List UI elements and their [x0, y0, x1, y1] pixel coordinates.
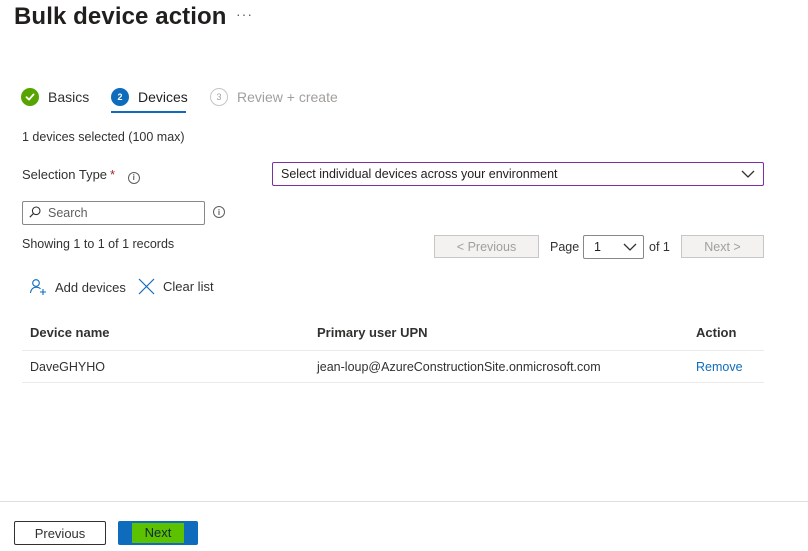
add-devices-button[interactable]: Add devices: [29, 278, 126, 296]
footer-divider: [0, 501, 808, 502]
step-basics[interactable]: Basics: [21, 85, 89, 109]
add-user-icon: [29, 278, 47, 296]
step-review-label: Review + create: [237, 89, 338, 105]
next-button-label: Next: [131, 523, 185, 543]
page-number-value: 1: [594, 240, 601, 254]
column-header-primary-upn[interactable]: Primary user UPN: [317, 325, 428, 340]
selection-type-text: Selection Type: [22, 167, 108, 182]
info-icon[interactable]: i: [127, 171, 140, 184]
column-header-action: Action: [696, 325, 737, 340]
selection-type-value: Select individual devices across your en…: [281, 167, 558, 181]
chevron-down-icon: [741, 167, 755, 181]
remove-device-link[interactable]: Remove: [696, 360, 743, 374]
add-devices-label: Add devices: [55, 279, 126, 295]
table-row-divider: [22, 382, 764, 383]
table-header-divider: [22, 350, 764, 351]
column-header-device-name[interactable]: Device name: [30, 325, 110, 340]
active-step-indicator: [111, 111, 186, 113]
close-icon: [138, 278, 155, 295]
step-devices-label: Devices: [138, 89, 188, 105]
search-field[interactable]: [22, 201, 205, 225]
page-number-dropdown[interactable]: 1: [583, 235, 644, 259]
previous-button[interactable]: Previous: [14, 521, 106, 545]
info-icon[interactable]: i: [213, 206, 225, 218]
selection-type-label: Selection Type * i: [22, 167, 140, 184]
primary-upn-cell: jean-loup@AzureConstructionSite.onmicros…: [317, 360, 601, 374]
required-marker: *: [110, 167, 116, 182]
step-number-badge: 2: [111, 88, 129, 106]
page-total-label: of 1: [649, 240, 670, 254]
pager-previous-button[interactable]: < Previous: [434, 235, 539, 258]
checkmark-icon: [21, 88, 39, 106]
ellipsis-icon[interactable]: ···: [236, 6, 253, 22]
clear-list-label: Clear list: [163, 279, 214, 294]
pager-next-button[interactable]: Next >: [681, 235, 764, 258]
page-label: Page: [550, 240, 580, 254]
chevron-down-icon: [623, 240, 637, 254]
page-title: Bulk device action: [14, 3, 227, 30]
next-button[interactable]: Next: [118, 521, 198, 545]
devices-selected-count: 1 devices selected (100 max): [22, 130, 185, 144]
device-name-cell: DaveGHYHO: [30, 360, 106, 374]
step-basics-label: Basics: [48, 89, 90, 105]
step-devices[interactable]: 2 Devices: [111, 85, 188, 109]
clear-list-button[interactable]: Clear list: [138, 278, 214, 295]
selection-type-dropdown[interactable]: Select individual devices across your en…: [272, 162, 764, 186]
step-review-create[interactable]: 3 Review + create: [210, 85, 338, 109]
step-number-badge: 3: [210, 88, 228, 106]
search-icon: [29, 205, 41, 221]
search-input[interactable]: [46, 205, 196, 221]
records-summary: Showing 1 to 1 of 1 records: [22, 237, 175, 251]
